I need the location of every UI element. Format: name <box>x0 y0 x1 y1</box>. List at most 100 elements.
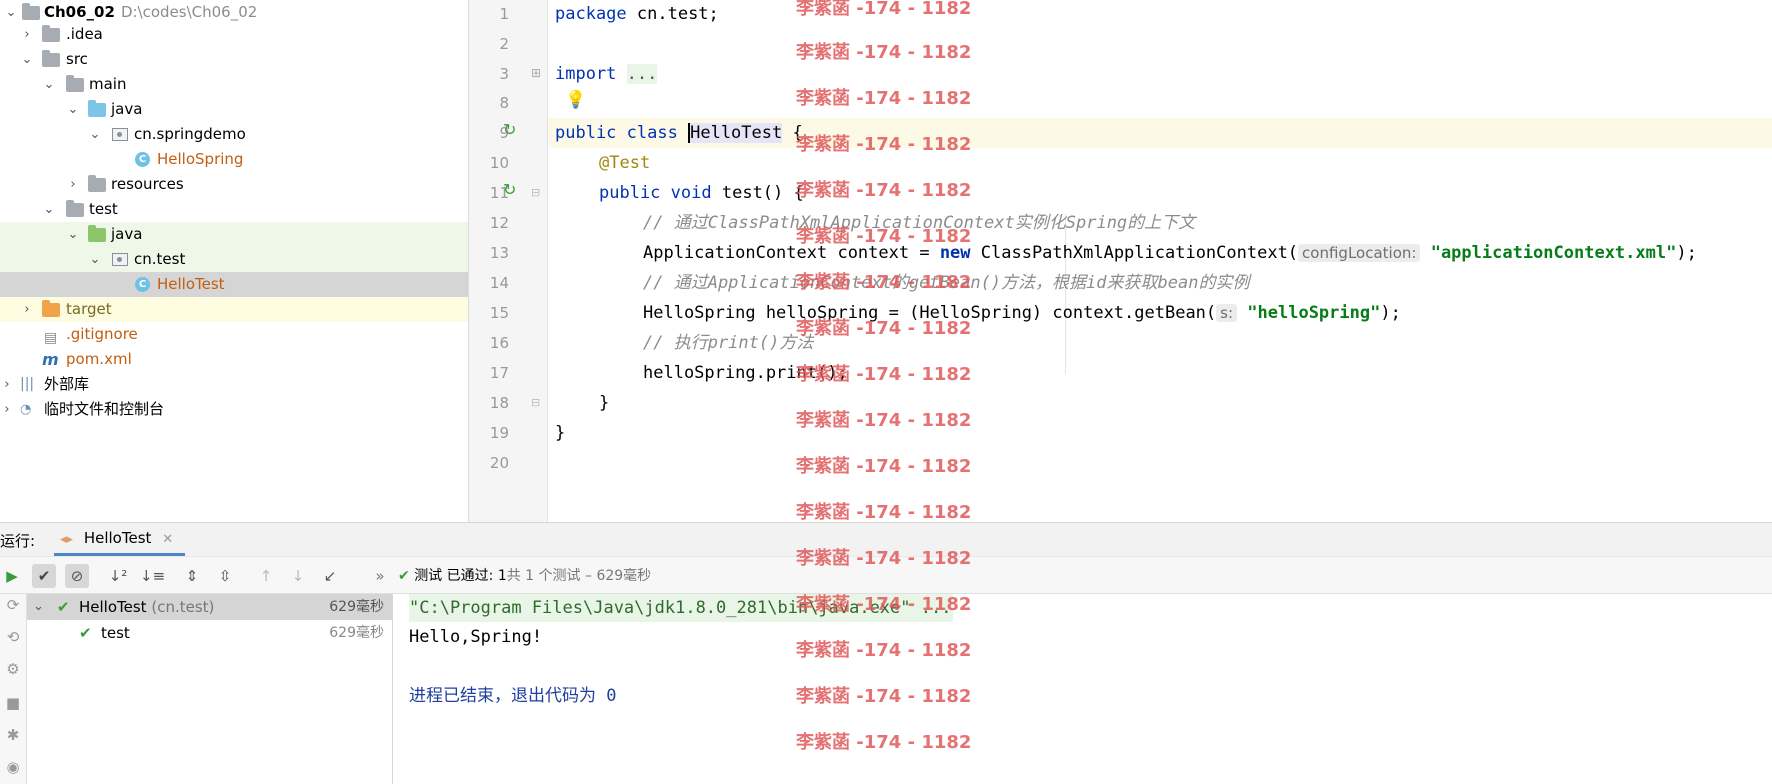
parameter-hint: s: <box>1216 304 1238 322</box>
tree-item-label: 外部库 <box>44 375 90 393</box>
stop-icon[interactable]: ■ <box>0 694 26 712</box>
chevron-down-icon[interactable]: ⌄ <box>66 97 80 122</box>
chevron-right-icon[interactable]: › <box>20 297 34 322</box>
console-output[interactable]: "C:\Program Files\Java\jdk1.8.0_281\bin\… <box>393 594 1772 784</box>
test-class-icon: C <box>135 276 153 293</box>
sort-duration-icon[interactable]: ↓≡ <box>140 564 165 588</box>
code-line-11[interactable]: public void test() { <box>599 179 804 209</box>
code-line-9[interactable]: public class HelloTest { <box>555 119 803 149</box>
tree-item-gitignore[interactable]: ▤ .gitignore <box>0 322 468 347</box>
passed-check-icon: ✔ <box>57 598 70 616</box>
tab-hellotest[interactable]: ◂▸ HelloTest ✕ <box>54 523 186 556</box>
tree-item-label: target <box>66 300 112 318</box>
folded-imports[interactable]: ... <box>626 64 658 84</box>
run-left-strip: ⟳ ⟲ ⚙ ■ ✱ ◉ <box>0 594 27 784</box>
tree-item-scratches[interactable]: › ◔ 临时文件和控制台 <box>0 397 468 422</box>
close-icon[interactable]: ✕ <box>162 532 173 547</box>
class-icon: C <box>135 151 153 168</box>
code-editor[interactable]: 1 2 3 8 9 10 11 12 13 14 15 16 17 18 19 … <box>469 0 1772 522</box>
tree-item-test-java[interactable]: ⌄ java <box>0 222 468 247</box>
next-test-icon[interactable]: ↓ <box>286 564 310 588</box>
code-line-19[interactable]: } <box>555 419 565 449</box>
tree-item-label: HelloSpring <box>157 150 244 168</box>
import-tests-icon[interactable]: ↙ <box>318 564 342 588</box>
test-status-summary: ✔ 测试 已通过: 1共 1 个测试 – 629毫秒 <box>398 565 651 585</box>
chevron-right-icon[interactable]: › <box>0 372 14 397</box>
chevron-down-icon[interactable]: ⌄ <box>42 197 56 222</box>
file-icon: ▤ <box>44 330 58 346</box>
tree-item-hellospring[interactable]: C HelloSpring <box>0 147 468 172</box>
debug-icon[interactable]: ✱ <box>0 726 26 744</box>
fold-minus-icon[interactable]: ⊟ <box>531 186 540 199</box>
tree-item-resources[interactable]: › resources <box>0 172 468 197</box>
watermark-text: 李紫菡 -174 - 1182 <box>796 548 972 569</box>
chevron-down-icon[interactable]: ⌄ <box>42 72 56 97</box>
chevron-down-icon[interactable]: ⌄ <box>33 594 44 620</box>
camera-icon[interactable]: ◉ <box>0 758 26 776</box>
rerun-failed-icon[interactable]: ⟳ <box>0 596 26 614</box>
tree-item-idea[interactable]: › .idea <box>0 22 468 47</box>
folder-icon <box>66 200 84 218</box>
code-line-1[interactable]: package cn.test; <box>555 0 719 30</box>
tree-item-hellotest[interactable]: C HelloTest <box>0 272 468 297</box>
resources-folder-icon <box>88 175 106 193</box>
chevron-down-icon[interactable]: ⌄ <box>20 47 34 72</box>
line-number: 13 <box>489 244 509 262</box>
code-line-15[interactable]: HelloSpring helloSpring = (HelloSpring) … <box>643 299 1401 329</box>
watermark-text: 李紫菡 -174 - 1182 <box>796 732 972 753</box>
tree-item-main-java[interactable]: ⌄ java <box>0 97 468 122</box>
tree-item-target[interactable]: › target <box>0 297 468 322</box>
rerun-icon[interactable]: ▶ <box>0 564 24 588</box>
test-duration: 629毫秒 <box>329 625 384 641</box>
line-number: 1 <box>499 5 509 23</box>
code-line-10[interactable]: @Test <box>599 149 650 179</box>
check-icon: ✔ <box>398 568 410 584</box>
test-row-label: HelloTest (cn.test) <box>79 598 215 616</box>
sort-alpha-icon[interactable]: ↓² <box>106 564 130 588</box>
line-number: 19 <box>489 424 509 442</box>
collapse-all-icon[interactable]: ⇳ <box>213 564 237 588</box>
line-number: 12 <box>489 214 509 232</box>
tree-item-main[interactable]: ⌄ main <box>0 72 468 97</box>
tree-item-pom[interactable]: m pom.xml <box>0 347 468 372</box>
expand-all-icon[interactable]: ⇕ <box>180 564 204 588</box>
folder-icon <box>66 75 84 93</box>
lightbulb-icon[interactable]: 💡 <box>565 90 586 110</box>
code-line-18[interactable]: } <box>599 389 609 419</box>
tree-item-label: cn.test <box>134 250 186 268</box>
code-line-3[interactable]: import ... <box>555 60 658 90</box>
fold-plus-icon[interactable]: ⊞ <box>531 66 541 80</box>
chevron-down-icon[interactable]: ⌄ <box>66 222 80 247</box>
toggle-autotest-icon[interactable]: ⟲ <box>0 628 26 646</box>
chevron-down-icon[interactable]: ⌄ <box>88 122 102 147</box>
tree-item-label: .gitignore <box>66 325 138 343</box>
fold-end-icon[interactable]: ⊟ <box>531 396 540 409</box>
tree-item-test[interactable]: ⌄ test <box>0 197 468 222</box>
tree-item-label: 临时文件和控制台 <box>44 400 165 418</box>
chevron-right-icon[interactable]: › <box>66 172 80 197</box>
show-passed-icon[interactable]: ✔ <box>32 564 56 588</box>
run-test-icon[interactable]: ↻ <box>503 120 516 139</box>
more-icon[interactable]: » <box>368 564 392 588</box>
settings-icon[interactable]: ⚙ <box>0 660 26 678</box>
tree-item-cn-springdemo[interactable]: ⌄ cn.springdemo <box>0 122 468 147</box>
tree-item-external-libraries[interactable]: › ||| 外部库 <box>0 372 468 397</box>
previous-test-icon[interactable]: ↑ <box>254 564 278 588</box>
test-row-method[interactable]: ✔ test 629毫秒 <box>27 620 392 646</box>
chevron-right-icon[interactable]: › <box>20 22 34 47</box>
chevron-right-icon[interactable]: › <box>0 397 14 422</box>
tree-item-label: test <box>89 200 118 218</box>
show-ignored-icon[interactable]: ⊘ <box>65 564 89 588</box>
watermark-text: 李紫菡 -174 - 1182 <box>796 686 972 707</box>
tree-item-label: java <box>111 100 143 118</box>
chevron-down-icon[interactable]: ⌄ <box>88 247 102 272</box>
test-row-class[interactable]: ⌄ ✔ HelloTest (cn.test) 629毫秒 <box>27 594 392 620</box>
watermark-text: 李紫菡 -174 - 1182 <box>796 180 972 201</box>
code-line-16[interactable]: // 执行print()方法 <box>643 329 813 359</box>
line-number: 2 <box>499 35 509 53</box>
scratch-icon: ◔ <box>20 402 32 417</box>
tree-item-src[interactable]: ⌄ src <box>0 47 468 72</box>
line-number: 8 <box>499 94 509 112</box>
tree-item-cn-test[interactable]: ⌄ cn.test <box>0 247 468 272</box>
run-test-icon[interactable]: ↻ <box>503 180 516 199</box>
